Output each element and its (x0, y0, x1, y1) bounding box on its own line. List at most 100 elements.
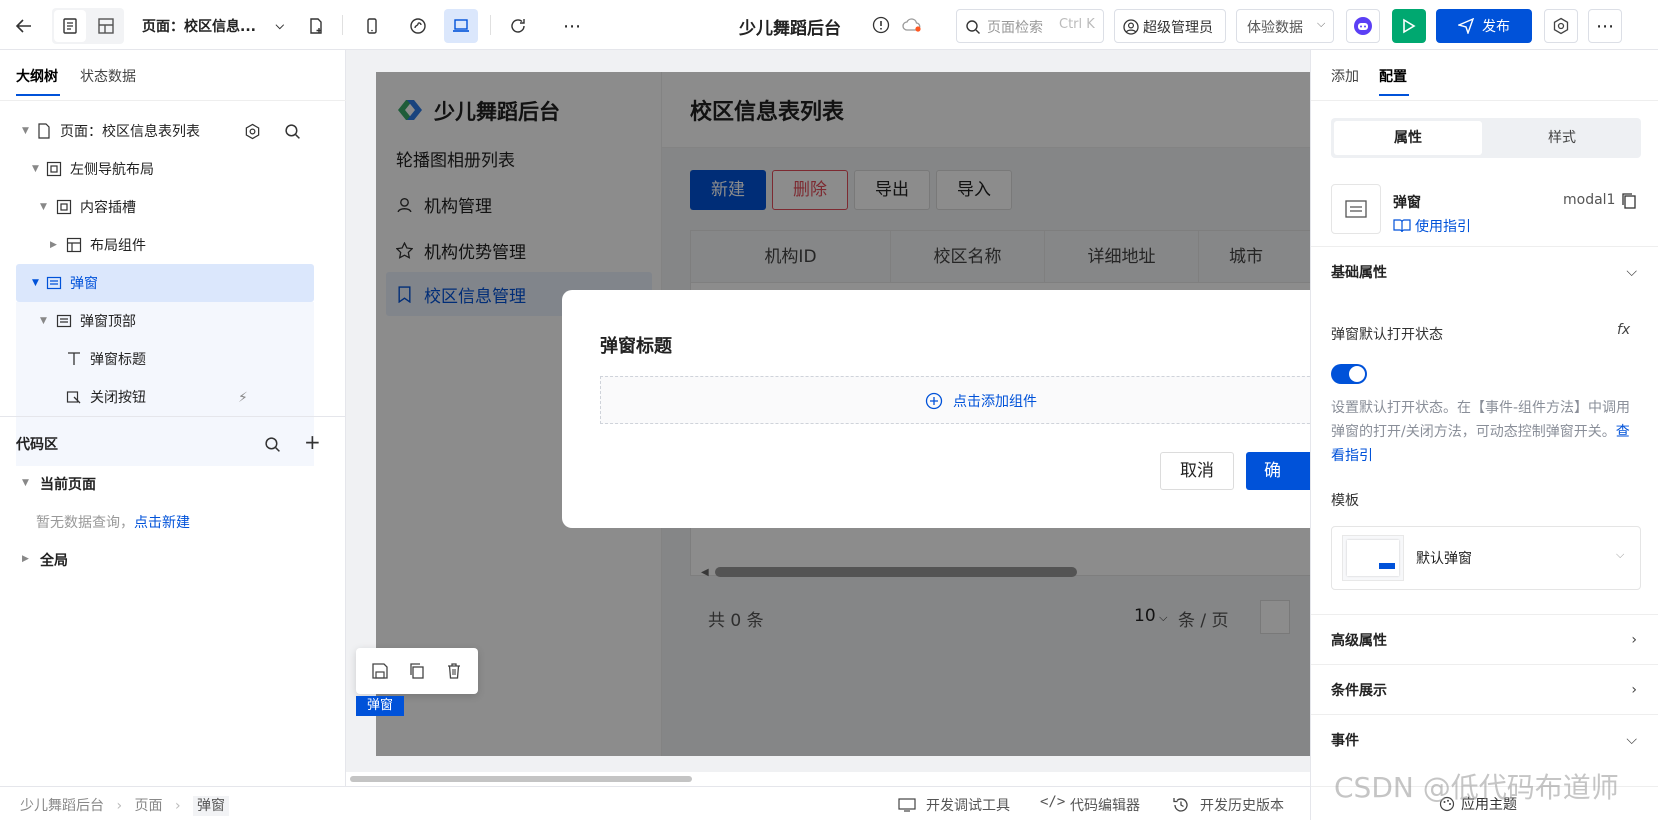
tab-config[interactable]: 配置 (1379, 66, 1407, 86)
page-select[interactable]: 页面：校区信息... ⌵ (142, 10, 290, 42)
gear-icon[interactable] (244, 123, 261, 140)
template-select[interactable]: 默认弹窗 ⌵ (1331, 526, 1641, 590)
info-icon[interactable] (872, 16, 890, 34)
usage-guide-link[interactable]: 使用指引 (1415, 216, 1471, 236)
caret-down-icon: ▼ (22, 478, 29, 488)
more-button[interactable]: ⋯ (556, 10, 588, 42)
ellipsis-icon: ⋯ (1596, 15, 1614, 37)
laptop-icon (453, 19, 469, 32)
tree-node-close-button[interactable]: 关闭按钮 ⚡ (16, 378, 314, 416)
search-icon[interactable] (284, 123, 301, 140)
tree-node-layout-component[interactable]: ▶ 布局组件 (16, 226, 314, 264)
chevron-down-icon: ⌵ (1626, 263, 1637, 280)
chevron-down-icon: ⌵ (1616, 548, 1625, 561)
code-editor-button[interactable]: 代码编辑器 (1070, 795, 1140, 815)
tree-node-label: 弹窗顶部 (80, 314, 136, 330)
chevron-right-icon: › (174, 798, 181, 814)
trash-icon[interactable] (445, 662, 463, 680)
section-advanced-properties[interactable]: 高级属性 › (1311, 614, 1658, 664)
back-button[interactable] (8, 10, 40, 42)
breadcrumb-item[interactable]: 页面 (135, 798, 163, 814)
copy-icon[interactable] (1621, 192, 1637, 210)
tree-node-label: 弹窗标题 (90, 352, 146, 368)
empty-query-text: 暂无数据查询，点击新建 (36, 512, 190, 532)
cloud-sync-icon[interactable] (902, 16, 924, 34)
user-menu[interactable]: 超级管理员 (1114, 9, 1226, 43)
lightning-icon: ⚡ (238, 390, 248, 406)
global-group[interactable]: 全局 (40, 550, 68, 570)
current-page-group[interactable]: 当前页面 (40, 474, 96, 494)
tab-state-data[interactable]: 状态数据 (80, 66, 136, 86)
ai-assistant-button[interactable] (1346, 9, 1380, 43)
mobile-icon (367, 18, 377, 34)
design-canvas: 少儿舞蹈后台 轮播图相册列表 机构管理 机构优势管理 校区信息管理 校区信息表列… (346, 50, 1310, 786)
subtab-switch: 属性 样式 (1331, 118, 1641, 158)
caret-down-icon: ▼ (22, 126, 29, 136)
page-view-button[interactable] (54, 10, 86, 42)
arrow-left-icon (15, 19, 31, 33)
subtab-style[interactable]: 样式 (1486, 121, 1638, 155)
tab-outline-tree[interactable]: 大纲树 (16, 66, 58, 86)
tree-node-label: 左侧导航布局 (70, 162, 154, 178)
code-area-title: 代码区 (16, 437, 58, 453)
more-options-button[interactable]: ⋯ (1588, 9, 1622, 43)
tree-node-left-nav-layout[interactable]: ▼ 左侧导航布局 (16, 150, 314, 188)
tree-node-modal-selected[interactable]: ▼ 弹窗 (16, 264, 314, 302)
create-query-link[interactable]: 点击新建 (134, 515, 190, 531)
right-panel: 添加 配置 属性 样式 弹窗 使用指引 modal1 基础属性 ⌵ 弹窗默认打开… (1310, 50, 1658, 820)
refresh-button[interactable] (502, 10, 534, 42)
mobile-view-button[interactable] (356, 10, 388, 42)
container-icon (56, 199, 72, 215)
data-mode-select[interactable]: 体验数据 ⌵ (1236, 9, 1334, 43)
layout-view-button[interactable] (90, 10, 122, 42)
fx-formula-button[interactable]: fx (1617, 322, 1630, 338)
tree-node-page[interactable]: ▼ 页面：校区信息表列表 (16, 112, 314, 150)
dev-debug-tool-button[interactable]: 开发调试工具 (926, 795, 1010, 815)
tab-add[interactable]: 添加 (1331, 66, 1359, 86)
section-events[interactable]: 事件 ⌵ (1311, 714, 1658, 764)
modal-cancel-button[interactable]: 取消 (1160, 452, 1234, 490)
dev-history-button[interactable]: 开发历史版本 (1200, 795, 1284, 815)
chevron-down-icon: ⌵ (1626, 731, 1637, 748)
section-title: 高级属性 (1331, 632, 1387, 649)
component-name: 弹窗 (1393, 195, 1421, 211)
tree-node-modal-header[interactable]: ▼ 弹窗顶部 (16, 302, 314, 340)
new-page-button[interactable] (300, 10, 332, 42)
tree-node-modal-title[interactable]: 弹窗标题 (16, 340, 314, 378)
copy-icon[interactable] (408, 662, 426, 680)
chevron-right-icon: › (116, 798, 123, 814)
breadcrumb-item-current[interactable]: 弹窗 (193, 796, 230, 816)
tree-node-content-slot[interactable]: ▼ 内容插槽 (16, 188, 314, 226)
modal-confirm-button[interactable]: 确 (1246, 452, 1310, 490)
refresh-icon (511, 19, 525, 33)
settings-button[interactable] (1544, 9, 1578, 43)
preview-run-button[interactable] (1392, 9, 1426, 43)
modal-icon (1345, 200, 1367, 218)
chevron-down-icon: ⌵ (275, 19, 284, 32)
chevron-down-icon: ⌵ (1317, 17, 1326, 30)
section-conditional-display[interactable]: 条件展示 › (1311, 664, 1658, 714)
canvas-horizontal-scrollbar[interactable] (350, 776, 692, 782)
caret-right-icon: ▶ (50, 240, 57, 250)
publish-button[interactable]: 发布 (1436, 9, 1532, 43)
description-text: 设置默认打开状态。在【事件-组件方法】中调用弹窗的打开/关闭方法，可动态控制弹窗… (1331, 400, 1631, 440)
modal-dialog: 弹窗标题 点击添加组件 取消 确 (562, 290, 1310, 528)
button-icon (66, 391, 81, 404)
page-select-label: 页面：校区信息... (142, 19, 256, 35)
default-open-toggle[interactable] (1331, 364, 1367, 384)
search-icon[interactable] (264, 436, 281, 453)
desktop-view-button[interactable] (444, 9, 478, 43)
play-icon (1403, 18, 1416, 34)
breadcrumb-item[interactable]: 少儿舞蹈后台 (20, 798, 104, 814)
miniprogram-view-button[interactable] (402, 10, 434, 42)
default-open-label: 弹窗默认打开状态 (1331, 327, 1443, 343)
subtab-properties[interactable]: 属性 (1334, 121, 1482, 155)
section-basic-properties[interactable]: 基础属性 ⌵ (1311, 246, 1658, 296)
container-icon (46, 161, 62, 177)
send-icon (1458, 18, 1474, 34)
component-icon-box (1331, 184, 1381, 234)
save-icon[interactable] (371, 662, 389, 680)
page-search-input[interactable]: 页面检索 Ctrl K (956, 9, 1104, 43)
add-component-slot[interactable]: 点击添加组件 (600, 376, 1310, 424)
plus-icon[interactable]: + (304, 430, 321, 454)
